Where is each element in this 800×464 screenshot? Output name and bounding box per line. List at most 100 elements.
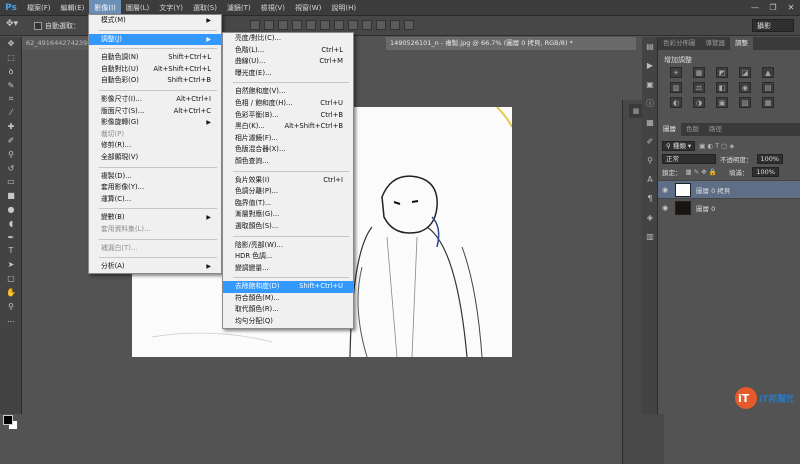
- brush-tool-icon[interactable]: ✐: [0, 134, 22, 148]
- distribute-icon[interactable]: [390, 20, 400, 30]
- blend-mode-select[interactable]: 正常: [662, 154, 716, 164]
- menu-view[interactable]: 檢視(V): [256, 0, 290, 16]
- distribute-icon[interactable]: [334, 20, 344, 30]
- checkbox-box[interactable]: [34, 22, 42, 30]
- styles-panel-icon[interactable]: ◈: [642, 208, 658, 227]
- levels-adjust-icon[interactable]: ▦: [693, 67, 705, 78]
- lasso-tool-icon[interactable]: ꝺ: [0, 65, 22, 79]
- tab-histogram[interactable]: 色彩分佈圖: [658, 37, 701, 50]
- path-select-tool-icon[interactable]: ➤: [0, 258, 22, 272]
- distribute-icon[interactable]: [362, 20, 372, 30]
- color-balance-adjust-icon[interactable]: ⚖: [693, 82, 705, 93]
- filter-icons[interactable]: ▣ ◐ T ▢ ◈: [699, 142, 734, 150]
- invert-adjust-icon[interactable]: ◐: [670, 97, 682, 108]
- stamp-tool-icon[interactable]: ⚲: [0, 147, 22, 161]
- doc-tab-inactive[interactable]: 62_4916442742398: [22, 37, 95, 50]
- adjust-menu-item[interactable]: 色彩平衡(B)...Ctrl+B: [223, 110, 353, 122]
- visibility-eye-icon[interactable]: ◉: [662, 186, 670, 194]
- adjust-menu-item[interactable]: 色版混合器(X)...: [223, 144, 353, 156]
- swatches-panel-icon[interactable]: ▦: [642, 113, 658, 132]
- adjust-menu-item[interactable]: 陰影/亮部(W)...: [223, 240, 353, 252]
- foreground-color-swatch[interactable]: [3, 415, 13, 425]
- history-panel-icon[interactable]: ▤: [642, 37, 658, 56]
- actions-panel-icon[interactable]: ▶: [642, 56, 658, 75]
- crop-tool-icon[interactable]: ⌗: [0, 92, 22, 106]
- posterize-adjust-icon[interactable]: ◑: [693, 97, 705, 108]
- adjust-menu-item[interactable]: 漸層對應(G)...: [223, 209, 353, 221]
- image-menu-item[interactable]: 影像旋轉(G)▶: [89, 117, 221, 129]
- image-menu-item[interactable]: 修剪(R)...: [89, 140, 221, 152]
- shape-tool-icon[interactable]: ▢: [0, 272, 22, 286]
- properties-panel-icon[interactable]: ▣: [642, 75, 658, 94]
- tab-navigator[interactable]: 導覽器: [701, 37, 731, 50]
- menu-file[interactable]: 檔案(F): [22, 0, 56, 16]
- move-tool-icon[interactable]: ✥: [0, 37, 22, 51]
- adjust-menu-item[interactable]: 色調分離(P)...: [223, 186, 353, 198]
- image-menu-item[interactable]: 複製(D)...: [89, 171, 221, 183]
- adjust-menu-item[interactable]: 符合顏色(M)...: [223, 293, 353, 305]
- exposure-adjust-icon[interactable]: ◪: [739, 67, 751, 78]
- adjust-menu-item[interactable]: 曲線(U)...Ctrl+M: [223, 56, 353, 68]
- history-brush-tool-icon[interactable]: ↺: [0, 161, 22, 175]
- menu-window[interactable]: 視窗(W): [290, 0, 326, 16]
- brightness-adjust-icon[interactable]: ☀: [670, 67, 682, 78]
- image-menu-item[interactable]: 全部顯現(V): [89, 152, 221, 164]
- distribute-icon[interactable]: [348, 20, 358, 30]
- tab-layers[interactable]: 圖層: [658, 123, 681, 136]
- image-menu-item[interactable]: 模式(M)▶: [89, 15, 221, 27]
- image-menu-item[interactable]: 變數(B)▶: [89, 212, 221, 224]
- image-menu-item[interactable]: 版面尺寸(S)...Alt+Ctrl+C: [89, 106, 221, 118]
- adjust-menu-item[interactable]: 相片濾鏡(F)...: [223, 133, 353, 145]
- paragraph-panel-icon[interactable]: ¶: [642, 189, 658, 208]
- distribute-icon[interactable]: [404, 20, 414, 30]
- tab-adjustments[interactable]: 調整: [730, 37, 753, 50]
- menu-help[interactable]: 說明(H): [326, 0, 361, 16]
- align-center-icon[interactable]: [306, 20, 316, 30]
- lock-icons[interactable]: ▦ ✎ ✥ 🔒: [686, 168, 717, 176]
- quick-select-tool-icon[interactable]: ✎: [0, 78, 22, 92]
- fill-input[interactable]: 100%: [752, 167, 779, 177]
- visibility-eye-icon[interactable]: ◉: [662, 204, 670, 212]
- close-button[interactable]: ✕: [782, 0, 800, 16]
- move-tool-preset-icon[interactable]: ✥▾: [6, 19, 28, 33]
- image-menu-item[interactable]: 套用影像(Y)...: [89, 182, 221, 194]
- black-white-adjust-icon[interactable]: ◧: [716, 82, 728, 93]
- adjust-menu-item[interactable]: 亮度/對比(C)...: [223, 33, 353, 45]
- adjust-menu-item[interactable]: 色相 / 飽和度(H)...Ctrl+U: [223, 98, 353, 110]
- adjust-menu-item[interactable]: 自然飽和度(V)...: [223, 86, 353, 98]
- dodge-tool-icon[interactable]: ◖: [0, 216, 22, 230]
- image-menu-item[interactable]: 運算(C)...: [89, 194, 221, 206]
- threshold-adjust-icon[interactable]: ▣: [716, 97, 728, 108]
- align-middle-icon[interactable]: [264, 20, 274, 30]
- image-menu-item[interactable]: 分析(A)▶: [89, 261, 221, 273]
- align-right-icon[interactable]: [320, 20, 330, 30]
- layer-row[interactable]: ◉ 圖層 0: [658, 198, 800, 216]
- vibrance-adjust-icon[interactable]: ▲: [762, 67, 774, 78]
- workspace-select[interactable]: 攝影: [752, 19, 794, 32]
- adjust-menu-item[interactable]: 選取顏色(S)...: [223, 221, 353, 233]
- blur-tool-icon[interactable]: ●: [0, 203, 22, 217]
- panel-toggle-icon[interactable]: ▦: [629, 104, 643, 118]
- layer-row[interactable]: ◉ 圖層 0 拷貝: [658, 180, 800, 198]
- selective-color-adjust-icon[interactable]: ▦: [762, 97, 774, 108]
- menu-filter[interactable]: 濾鏡(T): [222, 0, 256, 16]
- channel-mixer-adjust-icon[interactable]: ▤: [762, 82, 774, 93]
- image-menu-item[interactable]: 自動色調(N)Shift+Ctrl+L: [89, 52, 221, 64]
- auto-select-checkbox[interactable]: 自動選取：: [34, 21, 80, 31]
- adjust-menu-item[interactable]: 臨界值(T)...: [223, 198, 353, 210]
- opacity-input[interactable]: 100%: [757, 154, 784, 164]
- kind-filter-select[interactable]: ⚲ 種類 ▾: [662, 141, 695, 151]
- zoom-tool-icon[interactable]: ⚲: [0, 299, 22, 313]
- align-left-icon[interactable]: [292, 20, 302, 30]
- minimize-button[interactable]: —: [746, 0, 764, 16]
- align-top-icon[interactable]: [250, 20, 260, 30]
- type-tool-icon[interactable]: T: [0, 244, 22, 258]
- more-tools-icon[interactable]: …: [0, 313, 22, 327]
- adjust-menu-item[interactable]: HDR 色調...: [223, 251, 353, 263]
- notes-panel-icon[interactable]: ▥: [642, 227, 658, 246]
- image-menu-item[interactable]: 自動對比(U)Alt+Shift+Ctrl+L: [89, 64, 221, 76]
- adjust-menu-item[interactable]: 曝光度(E)...: [223, 68, 353, 80]
- eraser-tool-icon[interactable]: ▭: [0, 175, 22, 189]
- curves-adjust-icon[interactable]: ◩: [716, 67, 728, 78]
- image-menu-item[interactable]: 自動色彩(O)Shift+Ctrl+B: [89, 75, 221, 87]
